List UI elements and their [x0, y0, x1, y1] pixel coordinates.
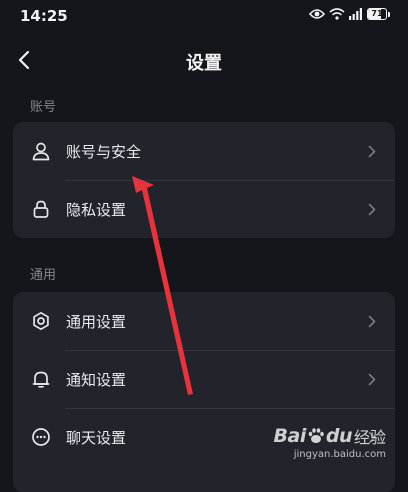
settings-item-general[interactable]: 通用设置 [13, 292, 395, 350]
watermark-brand-latin-1: Bai [273, 425, 307, 447]
status-icons: 71 [309, 8, 390, 20]
section-label-account: 账号 [30, 100, 57, 115]
paw-icon [308, 428, 324, 443]
chevron-right-icon [365, 372, 379, 386]
account-card: 账号与安全 隐私设置 [13, 122, 395, 238]
watermark-url: jingyan.baidu.com [293, 449, 386, 460]
settings-item-notifications[interactable]: 通知设置 [13, 350, 395, 408]
settings-item-label: 通知设置 [66, 370, 127, 389]
bell-icon [30, 368, 52, 390]
chevron-right-icon [365, 144, 379, 158]
chevron-right-icon [365, 314, 379, 328]
general-card: 通用设置 通知设置 聊天设置 [13, 292, 395, 492]
nav-bar: 设置 [0, 38, 408, 82]
settings-item-label: 账号与安全 [66, 142, 142, 161]
chevron-right-icon [365, 202, 379, 216]
settings-item-account-security[interactable]: 账号与安全 [13, 122, 395, 180]
section-label-general: 通用 [30, 268, 57, 283]
battery-level: 71 [371, 9, 383, 18]
gear-icon [30, 310, 52, 332]
watermark-brand-cn: 经验 [353, 428, 386, 447]
lock-icon [30, 198, 52, 220]
status-time: 14:25 [20, 7, 68, 25]
settings-item-label: 隐私设置 [66, 200, 127, 219]
baidu-jingyan-watermark: Bai du 经验 jingyan.baidu.com [274, 424, 386, 460]
eye-icon [309, 9, 325, 19]
battery-icon: 71 [367, 8, 390, 20]
watermark-brand-latin-2: du [325, 425, 353, 447]
status-bar: 14:25 71 [0, 0, 408, 34]
person-icon [30, 140, 52, 162]
settings-item-label: 通用设置 [66, 312, 127, 331]
page-title: 设置 [186, 53, 222, 74]
chat-bubble-icon [30, 426, 52, 448]
signal-icon [349, 8, 362, 20]
wifi-icon [329, 8, 345, 20]
settings-item-privacy[interactable]: 隐私设置 [13, 180, 395, 238]
